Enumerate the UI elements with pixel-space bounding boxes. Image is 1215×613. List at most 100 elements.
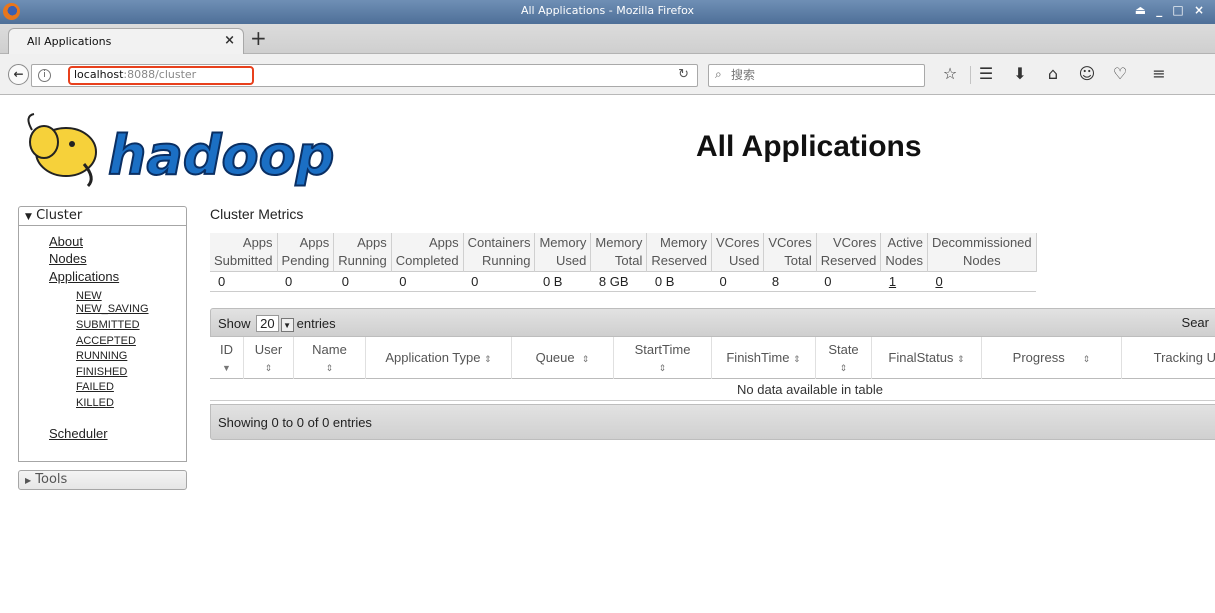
metric-header: VCores Total bbox=[763, 233, 817, 272]
column-header-finalstatus[interactable]: FinalStatus ⇕ bbox=[872, 337, 982, 379]
sidebar-state-new[interactable]: NEW bbox=[76, 290, 102, 302]
metric-value: 0 bbox=[333, 271, 392, 292]
hadoop-logo[interactable]: hadoop bbox=[22, 108, 342, 190]
applications-table-header: ID ▼ User ⇕ Name ⇕ Application Type ⇕ Queue… bbox=[210, 337, 1215, 379]
column-header-application-type[interactable]: Application Type ⇕ bbox=[366, 337, 512, 379]
metric-value: 0 bbox=[463, 271, 535, 292]
column-header-progress[interactable]: Progress ⇕ bbox=[982, 337, 1122, 379]
column-label: Application Type bbox=[385, 350, 481, 365]
empty-table-message: No data available in table bbox=[210, 379, 1215, 401]
back-button[interactable]: ← bbox=[8, 64, 29, 85]
metric-value: 0 bbox=[277, 271, 334, 292]
show-label: Show bbox=[218, 316, 251, 331]
bookmarks-menu-icon[interactable]: ☰ bbox=[976, 64, 996, 83]
metric-value: 0 bbox=[711, 271, 764, 292]
sort-icon: ⇕ bbox=[793, 354, 801, 364]
metric-value: 8 GB bbox=[590, 271, 647, 292]
sidebar-link-about[interactable]: About bbox=[49, 234, 83, 249]
column-header-state[interactable]: State ⇕ bbox=[816, 337, 872, 379]
column-header-starttime[interactable]: StartTime ⇕ bbox=[614, 337, 712, 379]
datatable-top-bar: Show 20 ▼ entries Sear bbox=[210, 308, 1215, 337]
tools-label: Tools bbox=[35, 472, 68, 487]
column-label: FinalStatus bbox=[888, 350, 954, 365]
tab-strip: All Applications × + bbox=[0, 24, 1215, 55]
home-icon[interactable]: ⌂ bbox=[1043, 64, 1063, 83]
column-label: Queue bbox=[535, 350, 575, 365]
column-header-queue[interactable]: Queue ⇕ bbox=[512, 337, 614, 379]
sort-icon: ⇕ bbox=[1082, 354, 1091, 364]
tab-close-icon[interactable]: × bbox=[224, 33, 235, 48]
page-content: hadoop All Applications ▼ Cluster About … bbox=[0, 96, 1215, 613]
bookmark-star-icon[interactable]: ☆ bbox=[940, 64, 960, 83]
entries-label: entries bbox=[296, 316, 336, 331]
column-label: FinishTime bbox=[726, 350, 790, 365]
sidebar-state-killed[interactable]: KILLED bbox=[76, 397, 114, 409]
sort-icon: ⇕ bbox=[484, 354, 492, 364]
metric-header: Apps Submitted bbox=[210, 233, 278, 272]
column-header-tracking-ui[interactable]: Tracking U bbox=[1122, 337, 1215, 379]
sort-icon: ⇕ bbox=[581, 354, 590, 364]
sidebar: ▼ Cluster About Nodes Applications NEW N… bbox=[18, 206, 187, 490]
column-label: Tracking U bbox=[1153, 350, 1215, 365]
sidebar-state-running[interactable]: RUNNING bbox=[76, 350, 127, 362]
column-header-id[interactable]: ID ▼ bbox=[210, 337, 244, 379]
url-text[interactable]: localhost:8088/cluster bbox=[74, 68, 196, 81]
sidebar-link-applications[interactable]: Applications bbox=[49, 269, 119, 284]
sidebar-link-scheduler[interactable]: Scheduler bbox=[49, 426, 108, 441]
reload-icon[interactable]: ↻ bbox=[678, 67, 689, 82]
metric-value: 0 B bbox=[646, 271, 712, 292]
page-title: All Applications bbox=[696, 130, 922, 163]
window-controls[interactable]: ⏏ _ □ × bbox=[1135, 3, 1207, 17]
sort-desc-icon: ▼ bbox=[222, 363, 231, 373]
url-host: localhost bbox=[74, 68, 124, 81]
decommissioned-nodes-link[interactable]: 0 bbox=[935, 274, 942, 289]
hamburger-menu-icon[interactable]: ≡ bbox=[1149, 64, 1169, 83]
metric-value-cell: 0 bbox=[927, 271, 1037, 292]
cluster-accordion-body: About Nodes Applications NEW NEW_SAVING … bbox=[18, 226, 187, 462]
downloads-icon[interactable]: ⬇ bbox=[1010, 64, 1030, 83]
metric-header: Apps Pending bbox=[277, 233, 335, 272]
tab-all-applications[interactable]: All Applications × bbox=[8, 28, 244, 55]
cluster-accordion-header[interactable]: ▼ Cluster bbox=[18, 206, 187, 226]
cluster-label: Cluster bbox=[36, 208, 83, 223]
search-bar[interactable]: ⌕ bbox=[708, 64, 925, 87]
dropdown-caret-icon[interactable]: ▼ bbox=[280, 317, 294, 332]
search-input[interactable] bbox=[731, 68, 911, 82]
column-header-finishtime[interactable]: FinishTime ⇕ bbox=[712, 337, 816, 379]
metric-value: 8 bbox=[763, 271, 817, 292]
window-titlebar: All Applications - Mozilla Firefox ⏏ _ □… bbox=[0, 0, 1215, 24]
tools-accordion-header[interactable]: ▶ Tools bbox=[18, 470, 187, 490]
metric-header: Memory Used bbox=[534, 233, 592, 272]
metrics-value-row: 0 0 0 0 0 0 B 8 GB 0 B 0 8 0 1 0 bbox=[210, 271, 1037, 292]
toolbar-separator bbox=[970, 66, 971, 84]
sidebar-state-submitted[interactable]: SUBMITTED bbox=[76, 319, 140, 331]
sidebar-state-new-saving[interactable]: NEW_SAVING bbox=[76, 303, 149, 315]
chat-icon[interactable]: ☺ bbox=[1077, 64, 1097, 83]
metric-header: Memory Reserved bbox=[646, 233, 712, 272]
info-icon[interactable]: i bbox=[38, 69, 51, 82]
new-tab-icon[interactable]: + bbox=[250, 26, 267, 50]
cluster-metrics-table: Apps Submitted Apps Pending Apps Running Ap… bbox=[210, 233, 1037, 292]
search-icon: ⌕ bbox=[715, 67, 722, 81]
cluster-metrics-title: Cluster Metrics bbox=[210, 206, 304, 222]
table-search-label[interactable]: Sear bbox=[1182, 315, 1209, 330]
sidebar-state-finished[interactable]: FINISHED bbox=[76, 366, 127, 378]
url-bar[interactable]: i localhost:8088/cluster ↻ bbox=[31, 64, 698, 87]
sidebar-state-accepted[interactable]: ACCEPTED bbox=[76, 335, 136, 347]
sidebar-state-failed[interactable]: FAILED bbox=[76, 381, 114, 393]
column-label: ID bbox=[220, 342, 233, 357]
column-header-user[interactable]: User ⇕ bbox=[244, 337, 294, 379]
sort-icon: ⇕ bbox=[325, 363, 334, 373]
sidebar-link-nodes[interactable]: Nodes bbox=[49, 251, 87, 266]
entries-select[interactable]: 20 bbox=[256, 315, 279, 332]
sort-icon: ⇕ bbox=[658, 363, 667, 373]
column-label: State bbox=[828, 342, 859, 357]
column-header-name[interactable]: Name ⇕ bbox=[294, 337, 366, 379]
metric-value: 0 B bbox=[534, 271, 591, 292]
column-label: User bbox=[254, 342, 283, 357]
metrics-header-row: Apps Submitted Apps Pending Apps Running Ap… bbox=[210, 233, 1037, 272]
pocket-icon[interactable]: ♡ bbox=[1110, 64, 1130, 83]
active-nodes-link[interactable]: 1 bbox=[889, 274, 896, 289]
navigation-bar: ← i localhost:8088/cluster ↻ ⌕ ☆ ☰ ⬇ ⌂ ☺… bbox=[0, 54, 1215, 95]
metric-header: Active Nodes bbox=[880, 233, 928, 272]
